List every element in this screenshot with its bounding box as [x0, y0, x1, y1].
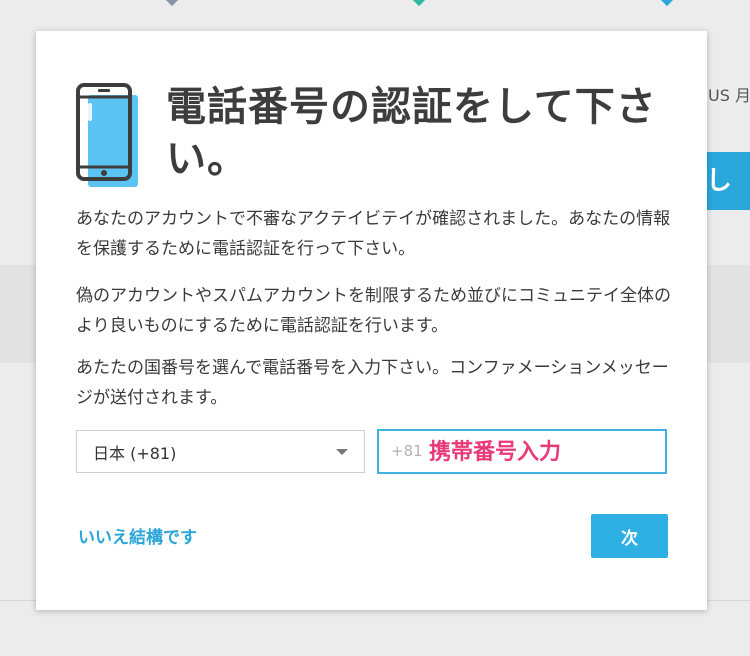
- no-thanks-link[interactable]: いいえ結構です: [78, 523, 197, 548]
- background-text: US 月: [708, 86, 750, 105]
- description-paragraph: あたたの国番号を選んで電話番号を入力下さい。コンファメーションメッセージが送付さ…: [76, 358, 669, 408]
- country-code-value: 日本 (+81): [93, 443, 177, 463]
- phone-number-input[interactable]: [419, 431, 659, 472]
- country-code-select[interactable]: 日本 (+81): [76, 430, 365, 473]
- description-paragraph: あなたのアカウントで不審なアクテイビテイが確認されました。あなたの情報を保護する…: [76, 209, 671, 259]
- smartphone-icon: [76, 83, 138, 187]
- background-marker: [411, 0, 427, 7]
- background-marker: [659, 0, 675, 7]
- phone-number-field[interactable]: +81 携帯番号入力: [377, 429, 667, 474]
- phone-verification-dialog: 電話番号の認証をして下さい。 あなたのアカウントで不審なアクテイビテイが確認され…: [36, 31, 707, 610]
- description-paragraph: 偽のアカウントやスパムアカウントを制限するため並びにコミュニテイ全体のより良いも…: [76, 286, 671, 336]
- dialog-title: 電話番号の認証をして下さい。: [166, 84, 657, 182]
- phone-prefix: +81: [391, 442, 423, 460]
- next-button[interactable]: 次: [591, 514, 668, 558]
- chevron-down-icon: [336, 449, 348, 455]
- background-marker: [164, 0, 180, 7]
